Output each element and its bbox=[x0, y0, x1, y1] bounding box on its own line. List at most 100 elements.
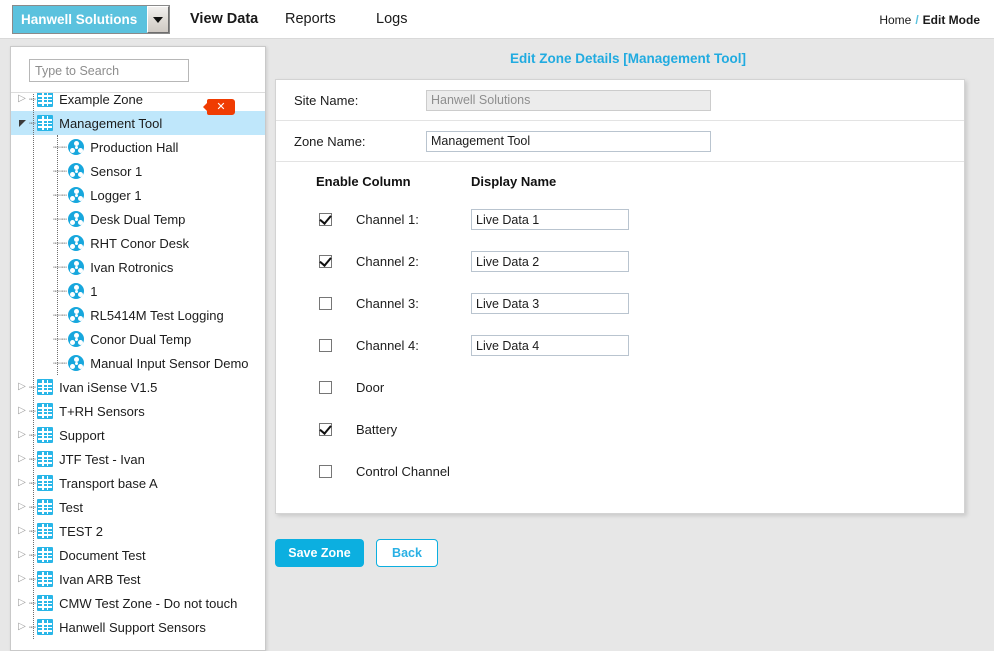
expand-arrow-icon[interactable] bbox=[15, 93, 29, 111]
tree-item-label: 1 bbox=[90, 283, 98, 299]
display-name-input-channel-3[interactable] bbox=[471, 293, 629, 314]
channel-row-channel-1: Channel 1: bbox=[276, 202, 966, 244]
tree-item-hanwell-support-sensors[interactable]: ┈Hanwell Support Sensors bbox=[11, 615, 265, 639]
expand-arrow-icon[interactable] bbox=[15, 543, 29, 567]
enable-checkbox-channel-1[interactable] bbox=[319, 213, 332, 226]
tree-item-label: Logger 1 bbox=[90, 187, 142, 203]
save-zone-button[interactable]: Save Zone bbox=[275, 539, 364, 567]
enable-checkbox-door[interactable] bbox=[319, 381, 332, 394]
tree-item-label: Ivan Rotronics bbox=[90, 259, 174, 275]
channel-row-channel-3: Channel 3: bbox=[276, 286, 966, 328]
zone-tree-list: ┈Example Zone┈Management Tool┈┈Productio… bbox=[11, 93, 265, 639]
tree-item-test[interactable]: ┈Test bbox=[11, 495, 265, 519]
collapse-arrow-icon[interactable] bbox=[15, 111, 29, 135]
tree-item-test-2[interactable]: ┈TEST 2 bbox=[11, 519, 265, 543]
clear-search-button[interactable]: ✕ bbox=[203, 99, 235, 115]
tree-search-row bbox=[11, 47, 265, 93]
tree-item-label: T+RH Sensors bbox=[59, 403, 145, 419]
tree-item-conor-dual-temp[interactable]: ┈┈ Conor Dual Temp bbox=[11, 327, 265, 351]
expand-arrow-icon[interactable] bbox=[15, 495, 29, 519]
tree-item-jtf-test-ivan[interactable]: ┈JTF Test - Ivan bbox=[11, 447, 265, 471]
zone-name-label: Zone Name: bbox=[294, 133, 366, 149]
expand-arrow-icon[interactable] bbox=[15, 399, 29, 423]
tree-connector: ┈┈ bbox=[53, 212, 68, 226]
channel-row-door: Door bbox=[276, 370, 966, 412]
back-button[interactable]: Back bbox=[376, 539, 438, 567]
tree-item-label: Hanwell Support Sensors bbox=[59, 619, 206, 635]
expand-arrow-icon[interactable] bbox=[15, 615, 29, 639]
zone-name-field[interactable] bbox=[426, 130, 711, 152]
tree-item-desk-dual-temp[interactable]: ┈┈ Desk Dual Temp bbox=[11, 207, 265, 231]
search-input[interactable] bbox=[29, 59, 189, 82]
tree-connector: ┈┈ bbox=[53, 356, 68, 370]
tree-connector: ┈┈ bbox=[53, 308, 68, 322]
site-selector-value: Hanwell Solutions bbox=[13, 6, 147, 33]
tree-item-label: Ivan ARB Test bbox=[59, 571, 141, 587]
column-header-display-name: Display Name bbox=[471, 174, 557, 189]
sensor-icon bbox=[68, 307, 85, 323]
tree-connector: ┈┈ bbox=[53, 164, 68, 178]
tree-item-ivan-rotronics[interactable]: ┈┈ Ivan Rotronics bbox=[11, 255, 265, 279]
tree-item-rht-conor-desk[interactable]: ┈┈ RHT Conor Desk bbox=[11, 231, 265, 255]
tree-item-transport-base-a[interactable]: ┈Transport base A bbox=[11, 471, 265, 495]
display-name-input-channel-4[interactable] bbox=[471, 335, 629, 356]
expand-arrow-icon[interactable] bbox=[15, 447, 29, 471]
enable-checkbox-control-channel[interactable] bbox=[319, 465, 332, 478]
expand-arrow-icon[interactable] bbox=[15, 519, 29, 543]
expand-arrow-icon[interactable] bbox=[15, 591, 29, 615]
channel-table-body: Channel 1: Channel 2: Channel 3: Channel 4:… bbox=[276, 202, 966, 496]
sensor-icon bbox=[68, 283, 85, 299]
tree-scroll-area[interactable]: ┈Example Zone┈Management Tool┈┈Productio… bbox=[11, 93, 265, 650]
column-header-enable: Enable Column bbox=[316, 174, 411, 189]
enable-checkbox-battery[interactable] bbox=[319, 423, 332, 436]
tree-item-cmw-test-zone-do-not-touch[interactable]: ┈CMW Test Zone - Do not touch bbox=[11, 591, 265, 615]
site-selector-dropdown[interactable]: Hanwell Solutions bbox=[12, 5, 170, 34]
tree-item-label: Sensor 1 bbox=[90, 163, 143, 179]
tree-item-t-rh-sensors[interactable]: ┈T+RH Sensors bbox=[11, 399, 265, 423]
tab-view-data[interactable]: View Data bbox=[190, 11, 258, 27]
channel-row-control-channel: Control Channel bbox=[276, 454, 966, 496]
tree-item-label: Document Test bbox=[59, 547, 146, 563]
expand-arrow-icon[interactable] bbox=[15, 375, 29, 399]
expand-arrow-icon[interactable] bbox=[15, 567, 29, 591]
zone-grid-icon bbox=[37, 427, 54, 443]
expand-arrow-icon[interactable] bbox=[15, 471, 29, 495]
tab-logs[interactable]: Logs bbox=[376, 11, 407, 27]
zone-grid-icon bbox=[37, 523, 54, 539]
tree-item-logger-1[interactable]: ┈┈ Logger 1 bbox=[11, 183, 265, 207]
tree-item-support[interactable]: ┈Support bbox=[11, 423, 265, 447]
tree-item-ivan-isense-v1-5[interactable]: ┈Ivan iSense V1.5 bbox=[11, 375, 265, 399]
enable-checkbox-channel-4[interactable] bbox=[319, 339, 332, 352]
tab-reports[interactable]: Reports bbox=[285, 11, 336, 27]
tree-item-manual-input-sensor-demo[interactable]: ┈┈ Manual Input Sensor Demo bbox=[11, 351, 265, 375]
sensor-icon bbox=[68, 259, 85, 275]
expand-arrow-icon[interactable] bbox=[15, 423, 29, 447]
display-name-input-channel-2[interactable] bbox=[471, 251, 629, 272]
display-name-input-channel-1[interactable] bbox=[471, 209, 629, 230]
tree-item-1[interactable]: ┈┈ 1 bbox=[11, 279, 265, 303]
breadcrumb-home[interactable]: Home bbox=[879, 13, 911, 27]
tree-item-label: Support bbox=[59, 427, 105, 443]
tree-item-production-hall[interactable]: ┈┈ Production Hall bbox=[11, 135, 265, 159]
tree-connector: ┈┈ bbox=[53, 284, 68, 298]
zone-grid-icon bbox=[37, 619, 54, 635]
enable-checkbox-channel-2[interactable] bbox=[319, 255, 332, 268]
tree-connector: ┈┈ bbox=[53, 332, 68, 346]
enable-checkbox-channel-3[interactable] bbox=[319, 297, 332, 310]
tree-connector: ┈┈ bbox=[53, 260, 68, 274]
zone-grid-icon bbox=[37, 547, 54, 563]
zone-grid-icon bbox=[37, 499, 54, 515]
tree-item-sensor-1[interactable]: ┈┈ Sensor 1 bbox=[11, 159, 265, 183]
zone-grid-icon bbox=[37, 93, 54, 107]
sensor-icon bbox=[68, 235, 85, 251]
tree-item-label: Conor Dual Temp bbox=[90, 331, 192, 347]
chevron-down-icon[interactable] bbox=[147, 6, 169, 33]
tree-item-document-test[interactable]: ┈Document Test bbox=[11, 543, 265, 567]
zone-grid-icon bbox=[37, 379, 54, 395]
tree-item-ivan-arb-test[interactable]: ┈Ivan ARB Test bbox=[11, 567, 265, 591]
tree-item-rl5414m-test-logging[interactable]: ┈┈ RL5414M Test Logging bbox=[11, 303, 265, 327]
